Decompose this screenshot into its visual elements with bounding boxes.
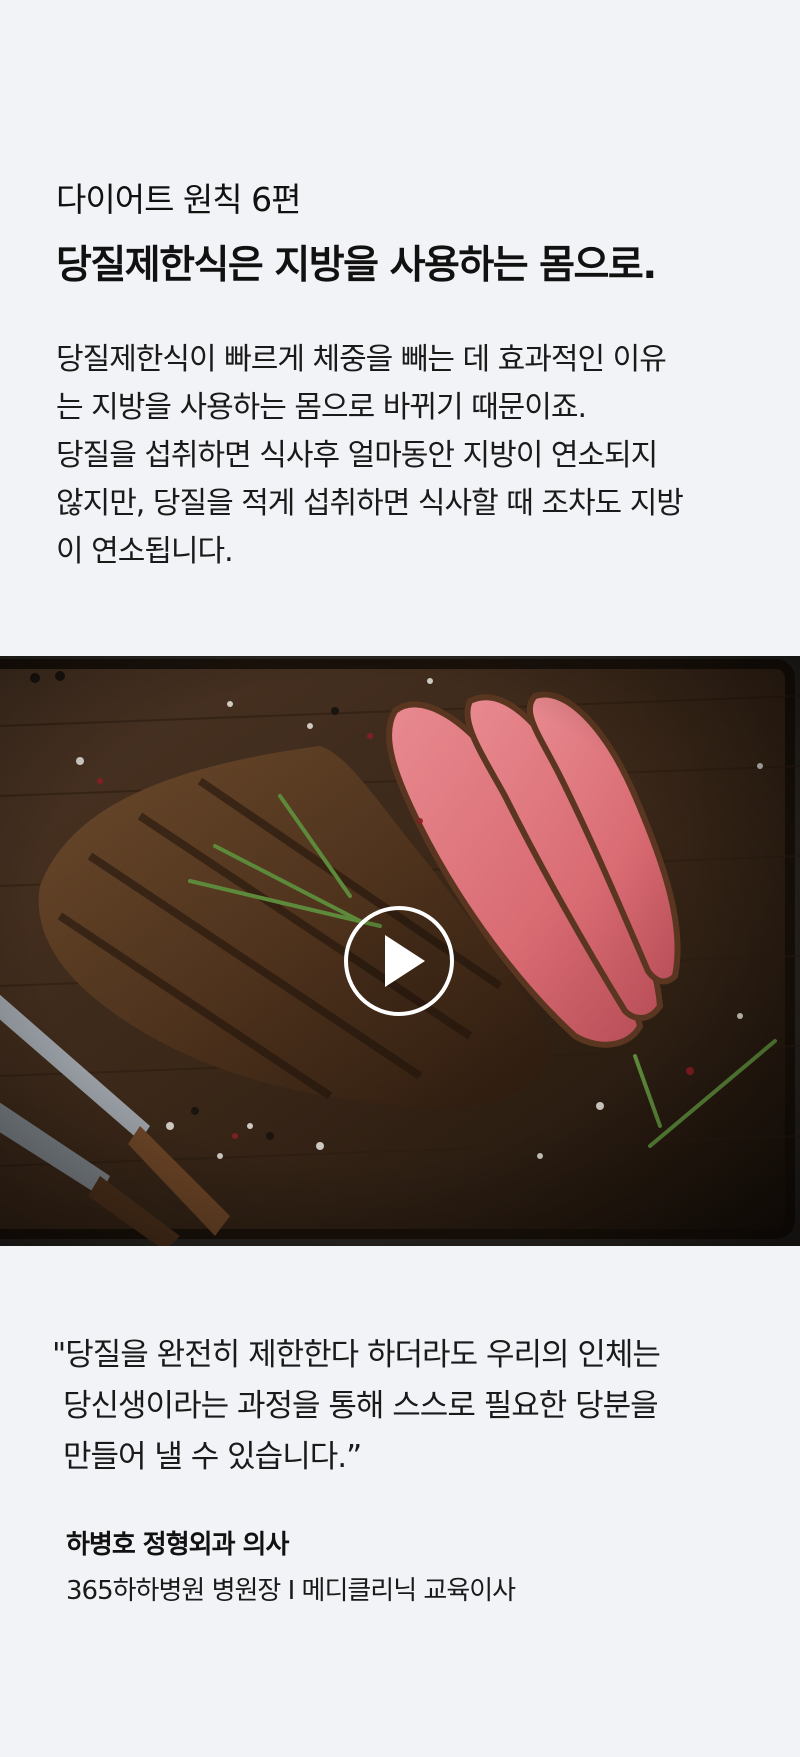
author-name: 하병호 정형외과 의사 [66, 1530, 289, 1560]
quote-section: "당질을 완전히 제한한다 하더라도 우리의 인체는 당신생이라는 과정을 통해… [52, 1330, 772, 1613]
article-body: 당질제한식이 빠르게 체중을 빼는 데 효과적인 이유 는 지방을 사용하는 몸… [56, 336, 756, 576]
series-label: 다이어트 원칙 6편 [56, 180, 302, 219]
quote-line: "당질을 완전히 제한한다 하더라도 우리의 인체는 [52, 1337, 661, 1373]
body-line: 당질제한식이 빠르게 체중을 빼는 데 효과적인 이유 [56, 342, 667, 377]
article-intro: 다이어트 원칙 6편 당질제한식은 지방을 사용하는 몸으로. 당질제한식이 빠… [56, 178, 756, 576]
body-line: 당질을 섭취하면 식사후 얼마동안 지방이 연소되지 [56, 438, 658, 473]
play-circle-icon [344, 906, 454, 1016]
body-line: 않지만, 당질을 적게 섭취하면 식사할 때 조차도 지방 [56, 486, 684, 521]
body-line: 이 연소됩니다. [56, 534, 234, 569]
body-line: 는 지방을 사용하는 몸으로 바뀌기 때문이죠. [56, 390, 587, 425]
quote-author: 하병호 정형외과 의사 365하하병원 병원장 I 메디클리닉 교육이사 [52, 1525, 772, 1613]
quote-line: 당신생이라는 과정을 통해 스스로 필요한 당분을 [63, 1388, 659, 1424]
author-title: 365하하병원 병원장 I 메디클리닉 교육이사 [66, 1576, 516, 1606]
quote-text: "당질을 완전히 제한한다 하더라도 우리의 인체는 당신생이라는 과정을 통해… [52, 1330, 772, 1483]
article-headline: 당질제한식은 지방을 사용하는 몸으로. [56, 243, 657, 288]
quote-line: 만들어 낼 수 있습니다.” [63, 1439, 362, 1475]
play-button[interactable] [343, 905, 455, 1017]
